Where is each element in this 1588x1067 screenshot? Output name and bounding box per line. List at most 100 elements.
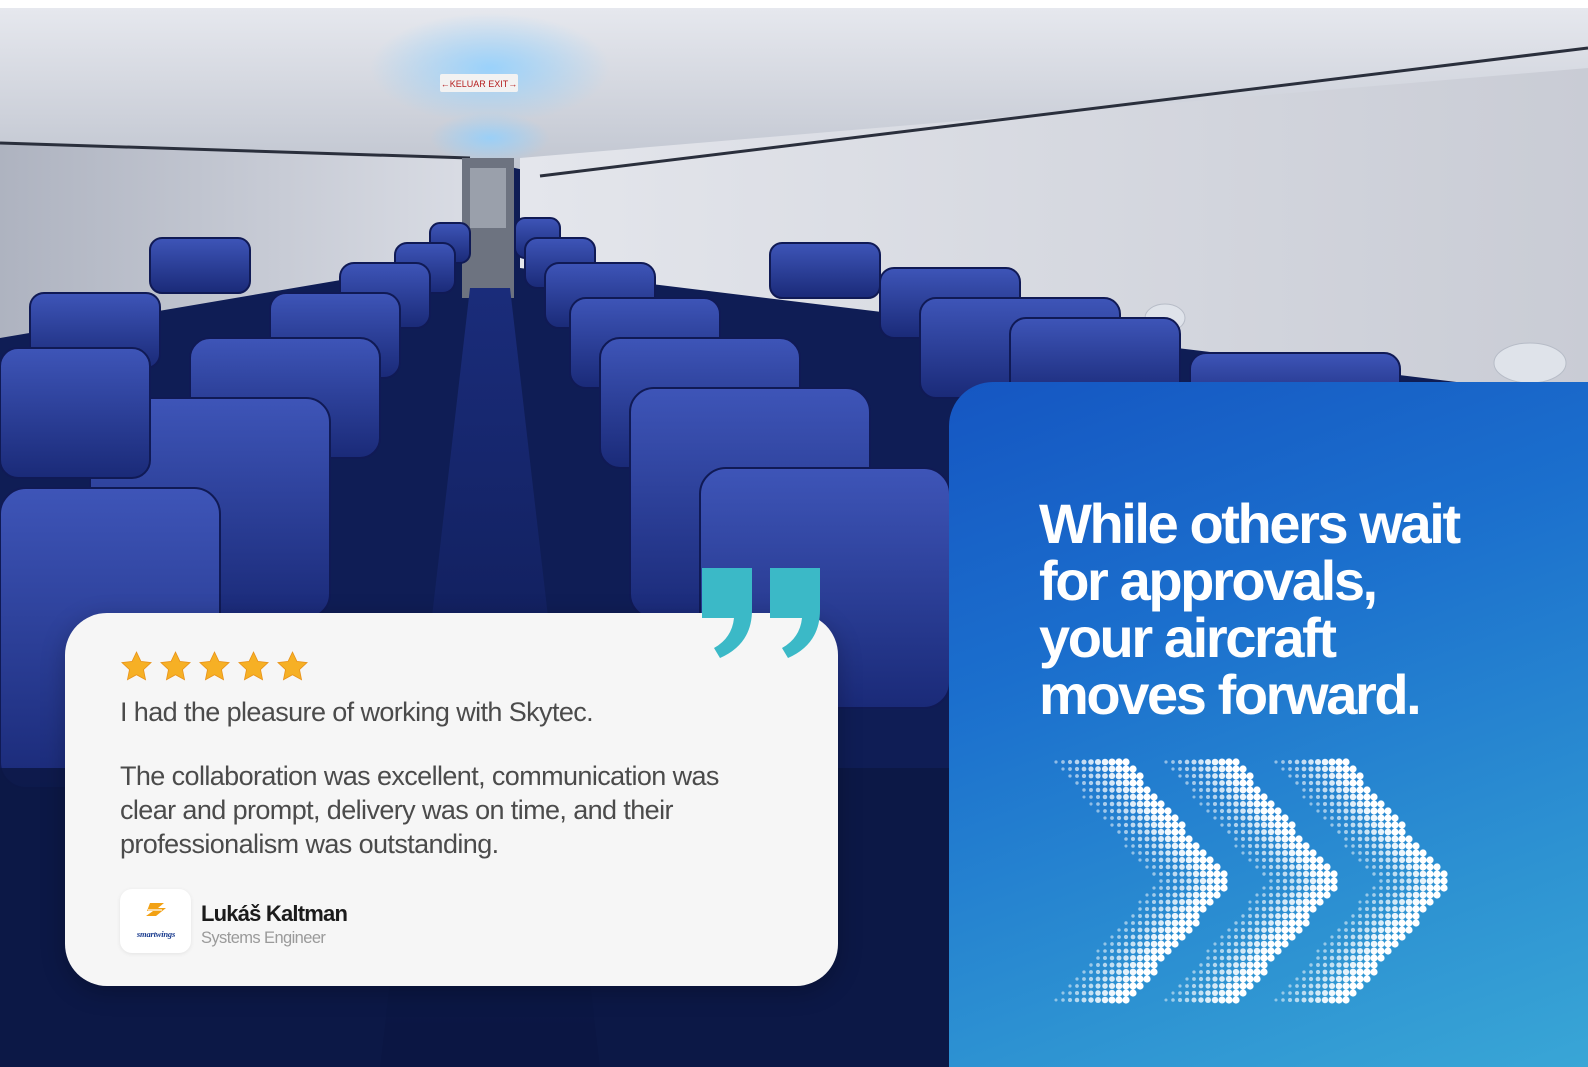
chevron-dot [1254,836,1260,842]
chevron-dot [1301,990,1307,996]
chevron-dot [1109,794,1115,800]
chevron-dot [1370,933,1378,941]
chevron-dot [1165,913,1171,919]
chevron-dot [1211,989,1219,997]
chevron-dot [1296,871,1302,877]
chevron-dot [1351,851,1355,855]
chevron-dot [1192,856,1200,864]
chevron-dot [1351,844,1355,848]
chevron-dot [1370,947,1378,955]
chevron-dot [1137,829,1143,835]
chevron-dot [1330,884,1338,892]
chevron-dot [1378,857,1384,863]
chevron-dot [1192,849,1200,857]
chevron-dot [1248,907,1252,911]
chevron-dot [1137,815,1143,821]
chevron-dot [1267,800,1275,808]
chevron-dot [1248,900,1252,904]
chevron-dot [1406,871,1412,877]
chevron-dot [1124,830,1128,834]
chevron-dot [1399,864,1405,870]
chevron-dot [1116,815,1122,821]
chevron-dot [1158,892,1164,898]
chevron-dot [1342,772,1350,780]
chevron-dot [1358,914,1362,918]
chevron-dot [1342,982,1350,990]
chevron-dot [1115,779,1123,787]
chevron-dot [1088,997,1094,1003]
chevron-dot [1239,779,1247,787]
chevron-dot [1378,920,1384,926]
chevron-dot [1384,947,1392,955]
chevron-dot [1281,919,1289,927]
chevron-dot [1088,976,1094,982]
chevron-dot [1392,892,1398,898]
chevron-dot [1267,954,1275,962]
chevron-dot [1226,787,1232,793]
chevron-dot [1206,863,1214,871]
chevron-dot [1198,773,1204,779]
chevron-dot [1178,849,1186,857]
chevron-dot [1247,927,1253,933]
chevron-dot [1240,815,1246,821]
chevron-dot [1088,773,1094,779]
chevron-dot [1274,835,1282,843]
chevron-dot [1260,961,1268,969]
chevron-dot [1377,821,1385,829]
chevron-dot [1316,877,1324,885]
chevron-dot [1138,907,1142,911]
headline-line: for approvals, [1039,549,1378,612]
chevron-dot [1233,801,1239,807]
chevron-dot [1144,843,1150,849]
chevron-dot [1337,823,1341,827]
chevron-dot [1143,807,1151,815]
chevron-dot [1356,968,1364,976]
chevron-dot [1372,865,1376,869]
chevron-dot [1158,850,1164,856]
chevron-dot [1309,870,1317,878]
chevron-dot [1377,814,1385,822]
chevron-dot [1301,759,1307,765]
chevron-dot [1370,954,1378,962]
chevron-dot [1122,982,1130,990]
chevron-dot [1129,779,1137,787]
chevron-dot [1109,955,1115,961]
chevron-dot [1371,850,1377,856]
chevron-dot [1158,913,1164,919]
chevron-dot [1192,912,1200,920]
chevron-dot [1281,814,1289,822]
chevron-dot [1185,984,1189,988]
chevron-dot [1260,800,1268,808]
chevron-dot [1275,892,1281,898]
closing-quote-icon [702,568,820,658]
chevron-dot [1363,940,1371,948]
chevron-dot [1337,935,1341,939]
chevron-dot [1275,885,1281,891]
chevron-dot [1289,892,1295,898]
chevron-dot [1218,758,1226,766]
chevron-dot [1138,914,1142,918]
star-icon [160,651,191,681]
chevron-dot [1240,941,1246,947]
chevron-dot [1095,983,1101,989]
chevron-dot [1177,759,1183,765]
chevron-dot [1143,961,1151,969]
chevron-dot [1330,823,1334,827]
chevron-dot [1315,787,1321,793]
chevron-dot [1205,997,1211,1003]
chevron-dot [1267,828,1275,836]
chevron-dot [1205,976,1211,982]
testimonial-intro: I had the pleasure of working with Skyte… [120,697,594,727]
chevron-dot [1365,865,1369,869]
chevron-dot [1392,878,1398,884]
chevron-dot [1185,912,1193,920]
chevron-dot [1323,816,1327,820]
chevron-dot [1335,996,1343,1004]
chevron-dot [1398,849,1406,857]
chevron-dot [1328,996,1336,1004]
chevron-dot [1115,772,1123,780]
chevron-dot [1247,836,1253,842]
chevron-dot [1220,816,1224,820]
chevron-dot [1089,970,1093,974]
chevron-dot [1239,982,1247,990]
